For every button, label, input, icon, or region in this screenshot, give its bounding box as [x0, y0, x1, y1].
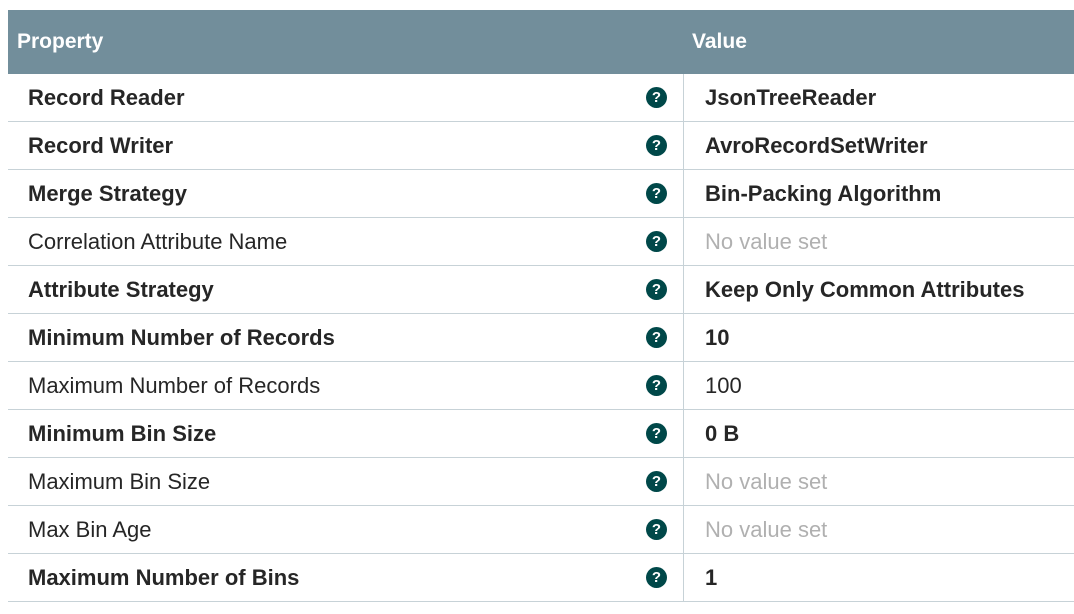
value-cell[interactable]: No value set — [684, 218, 1074, 265]
property-value: 10 — [705, 324, 730, 350]
help-icon[interactable]: ? — [646, 279, 667, 300]
value-cell[interactable]: 0 B — [684, 410, 1074, 457]
property-name: Record Reader — [28, 84, 185, 110]
table-row[interactable]: Max Bin Age ? No value set — [8, 506, 1074, 554]
property-value: Keep Only Common Attributes — [705, 276, 1025, 302]
property-name: Minimum Bin Size — [28, 420, 217, 446]
property-cell: Record Writer ? — [8, 122, 684, 169]
table-row[interactable]: Maximum Number of Records ? 100 — [8, 362, 1074, 410]
help-icon[interactable]: ? — [646, 519, 667, 540]
property-name: Correlation Attribute Name — [28, 228, 288, 254]
property-value: 1 — [705, 564, 718, 590]
property-name: Maximum Bin Size — [28, 468, 211, 494]
help-icon[interactable]: ? — [646, 183, 667, 204]
header-value[interactable]: Value — [684, 30, 747, 54]
help-icon[interactable]: ? — [646, 327, 667, 348]
property-name: Attribute Strategy — [28, 276, 214, 302]
value-cell[interactable]: No value set — [684, 506, 1074, 553]
properties-table: Property Value Record Reader ? JsonTreeR… — [8, 10, 1074, 602]
value-cell[interactable]: No value set — [684, 458, 1074, 505]
property-name: Max Bin Age — [28, 516, 152, 542]
value-cell[interactable]: JsonTreeReader — [684, 74, 1074, 121]
property-cell: Maximum Bin Size ? — [8, 458, 684, 505]
property-value: No value set — [705, 468, 828, 494]
table-row[interactable]: Correlation Attribute Name ? No value se… — [8, 218, 1074, 266]
property-value: 100 — [705, 372, 742, 398]
property-cell: Merge Strategy ? — [8, 170, 684, 217]
table-row[interactable]: Minimum Number of Records ? 10 — [8, 314, 1074, 362]
property-name: Record Writer — [28, 132, 174, 158]
property-cell: Record Reader ? — [8, 74, 684, 121]
value-cell[interactable]: 100 — [684, 362, 1074, 409]
property-value: No value set — [705, 228, 828, 254]
property-name: Merge Strategy — [28, 180, 187, 206]
property-value: AvroRecordSetWriter — [705, 132, 928, 158]
table-row[interactable]: Attribute Strategy ? Keep Only Common At… — [8, 266, 1074, 314]
help-icon[interactable]: ? — [646, 87, 667, 108]
header-property[interactable]: Property — [8, 30, 684, 54]
help-icon[interactable]: ? — [646, 423, 667, 444]
property-cell: Maximum Number of Bins ? — [8, 554, 684, 601]
value-cell[interactable]: Keep Only Common Attributes — [684, 266, 1074, 313]
value-cell[interactable]: 10 — [684, 314, 1074, 361]
property-cell: Max Bin Age ? — [8, 506, 684, 553]
help-icon[interactable]: ? — [646, 375, 667, 396]
table-row[interactable]: Record Writer ? AvroRecordSetWriter — [8, 122, 1074, 170]
property-name: Maximum Number of Records — [28, 372, 321, 398]
property-cell: Minimum Number of Records ? — [8, 314, 684, 361]
table-row[interactable]: Maximum Bin Size ? No value set — [8, 458, 1074, 506]
table-row[interactable]: Record Reader ? JsonTreeReader — [8, 74, 1074, 122]
help-icon[interactable]: ? — [646, 567, 667, 588]
value-cell[interactable]: AvroRecordSetWriter — [684, 122, 1074, 169]
property-value: No value set — [705, 516, 828, 542]
table-row[interactable]: Merge Strategy ? Bin-Packing Algorithm — [8, 170, 1074, 218]
table-row[interactable]: Maximum Number of Bins ? 1 — [8, 554, 1074, 602]
help-icon[interactable]: ? — [646, 231, 667, 252]
table-body: Record Reader ? JsonTreeReader Record Wr… — [8, 74, 1074, 602]
property-cell: Minimum Bin Size ? — [8, 410, 684, 457]
property-name: Maximum Number of Bins — [28, 564, 300, 590]
value-cell[interactable]: Bin-Packing Algorithm — [684, 170, 1074, 217]
value-cell[interactable]: 1 — [684, 554, 1074, 601]
table-row[interactable]: Minimum Bin Size ? 0 B — [8, 410, 1074, 458]
property-cell: Maximum Number of Records ? — [8, 362, 684, 409]
property-name: Minimum Number of Records — [28, 324, 335, 350]
table-header: Property Value — [8, 10, 1074, 74]
property-value: Bin-Packing Algorithm — [705, 180, 942, 206]
property-cell: Correlation Attribute Name ? — [8, 218, 684, 265]
help-icon[interactable]: ? — [646, 135, 667, 156]
help-icon[interactable]: ? — [646, 471, 667, 492]
property-value: 0 B — [705, 420, 740, 446]
property-value: JsonTreeReader — [705, 84, 877, 110]
property-cell: Attribute Strategy ? — [8, 266, 684, 313]
